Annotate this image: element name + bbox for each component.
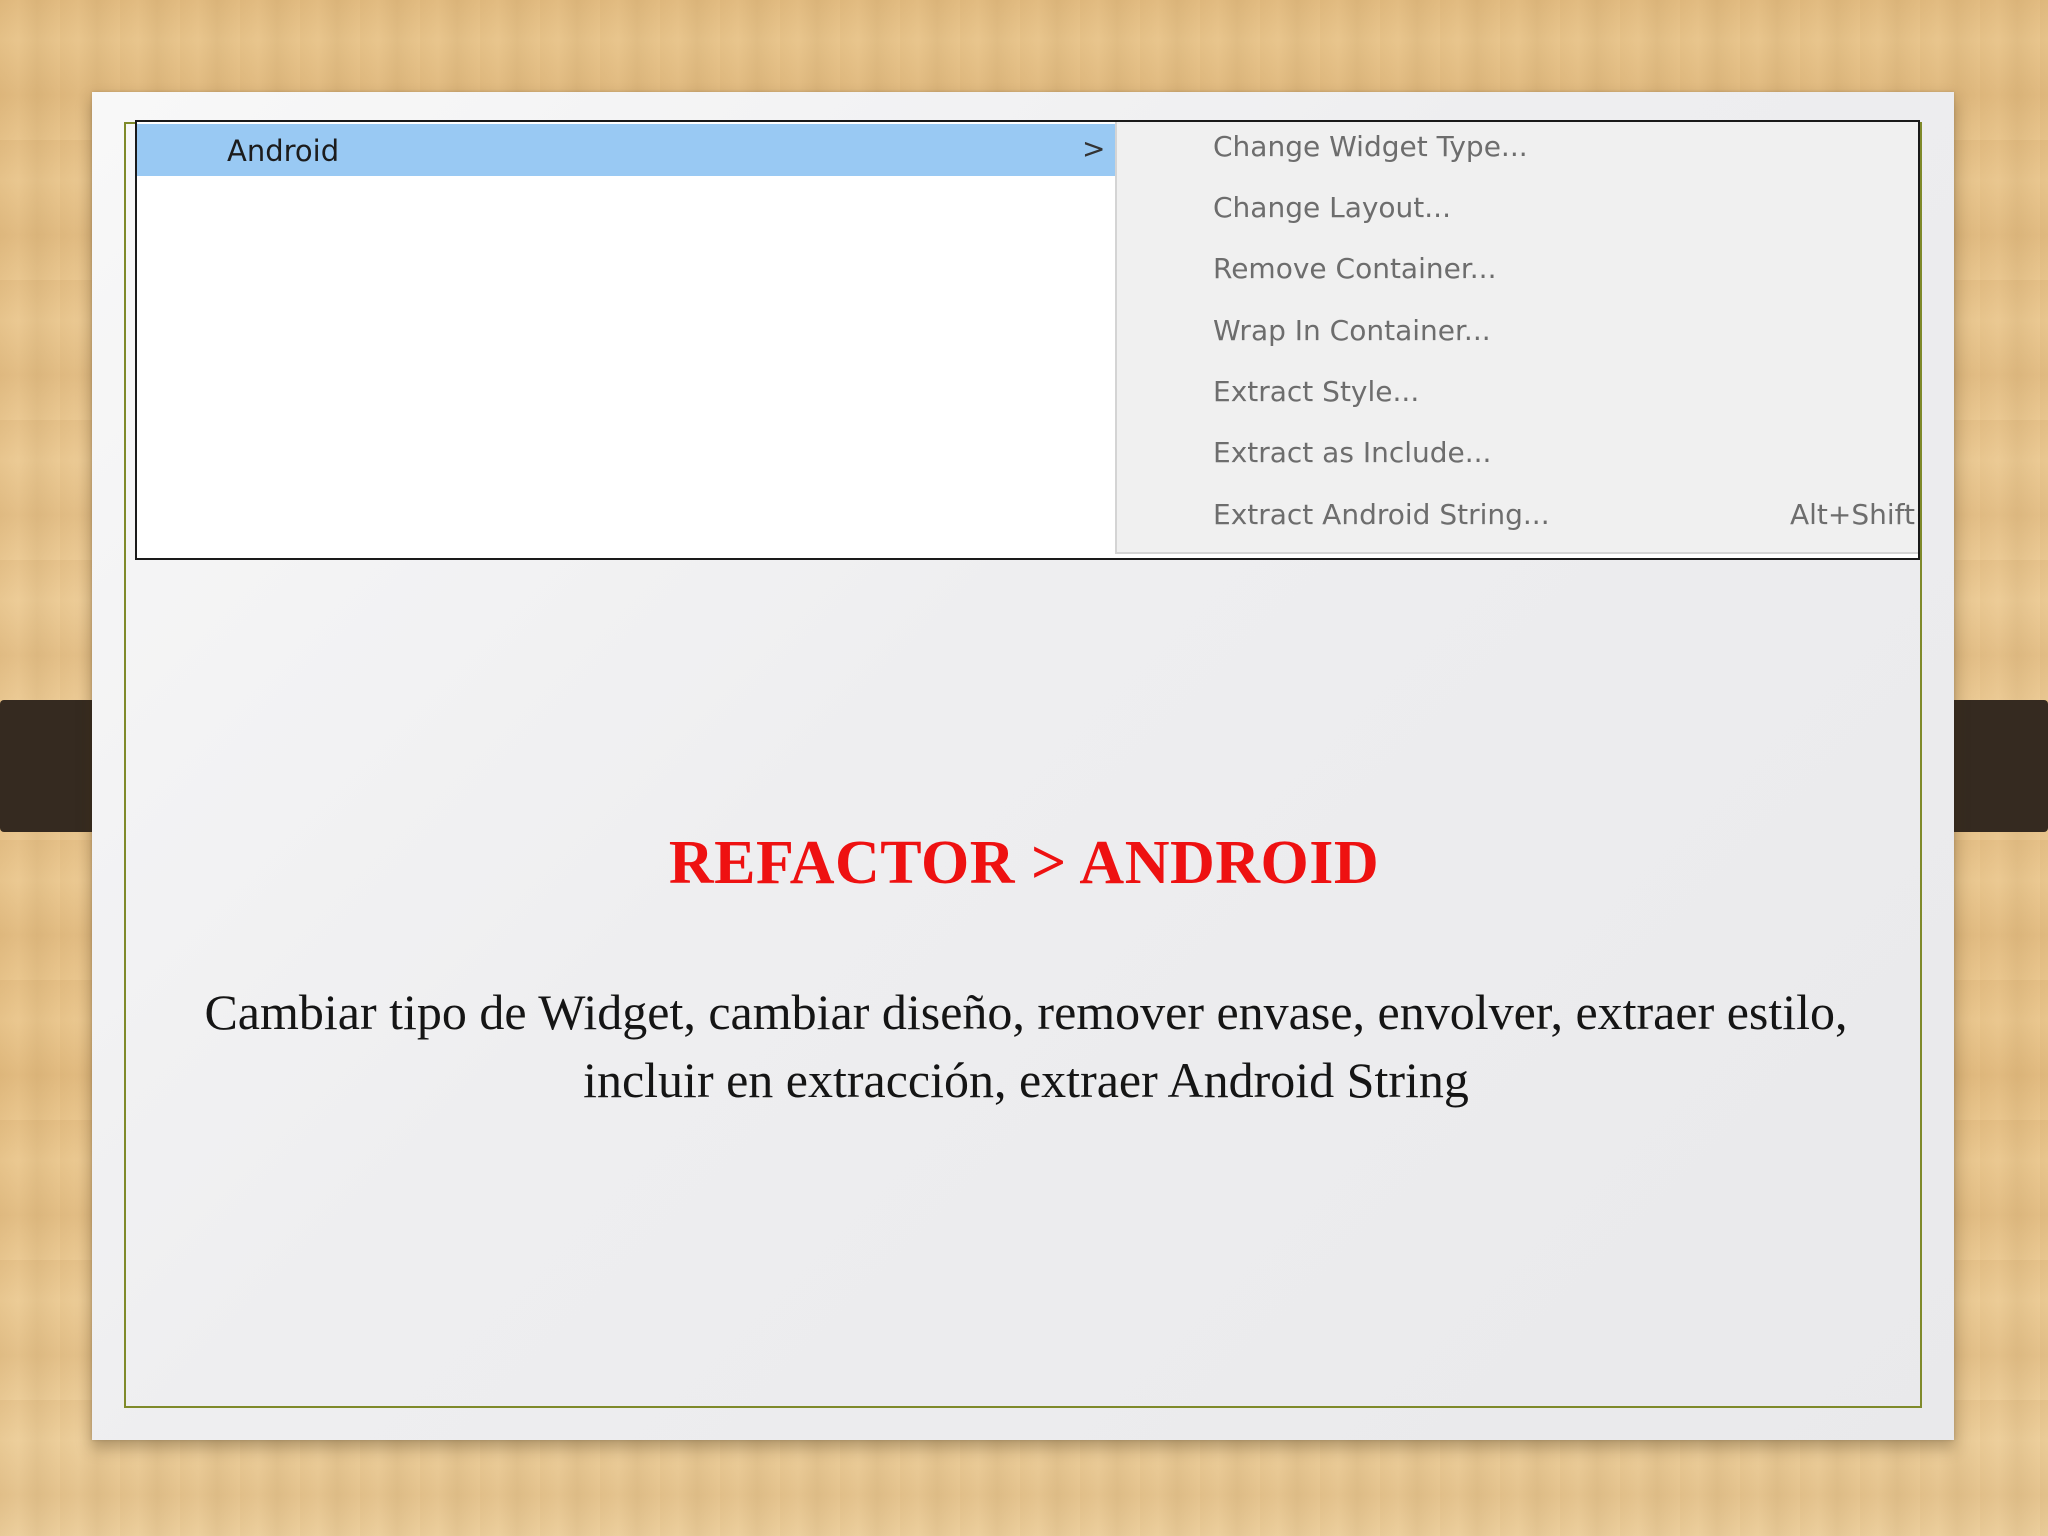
chevron-right-icon: > xyxy=(1082,132,1106,165)
menu-item-android-label: Android xyxy=(227,134,340,168)
submenu-item-label: Remove Container... xyxy=(1213,252,1497,285)
context-menu-screenshot: Android > Change Widget Type... Change L… xyxy=(135,120,1920,560)
submenu-item-extract-android-string[interactable]: Extract Android String... Alt+Shift+A, S xyxy=(1117,492,1918,538)
submenu-item-remove-container[interactable]: Remove Container... xyxy=(1117,246,1918,292)
submenu-item-extract-as-include[interactable]: Extract as Include... xyxy=(1117,430,1918,476)
submenu-item-label: Extract as Include... xyxy=(1213,436,1492,469)
android-submenu: Change Widget Type... Change Layout... R… xyxy=(1115,122,1918,554)
parent-menu: Android > xyxy=(137,122,1115,558)
submenu-item-label: Wrap In Container... xyxy=(1213,314,1491,347)
slide-body-text: Cambiar tipo de Widget, cambiar diseño, … xyxy=(204,984,1848,1108)
submenu-item-change-widget-type[interactable]: Change Widget Type... xyxy=(1117,124,1918,170)
submenu-item-wrap-in-container[interactable]: Wrap In Container... xyxy=(1117,308,1918,354)
submenu-item-label: Extract Android String... xyxy=(1213,498,1550,531)
slide-title: REFACTOR > ANDROID xyxy=(668,829,1380,897)
submenu-item-label: Change Widget Type... xyxy=(1213,130,1528,163)
menu-item-android[interactable]: Android > xyxy=(137,124,1115,176)
submenu-item-extract-style[interactable]: Extract Style... xyxy=(1117,369,1918,415)
submenu-item-label: Extract Style... xyxy=(1213,375,1420,408)
submenu-item-label: Change Layout... xyxy=(1213,191,1451,224)
keyboard-shortcut: Alt+Shift+A, S xyxy=(1790,498,1918,531)
submenu-item-change-layout[interactable]: Change Layout... xyxy=(1117,185,1918,231)
